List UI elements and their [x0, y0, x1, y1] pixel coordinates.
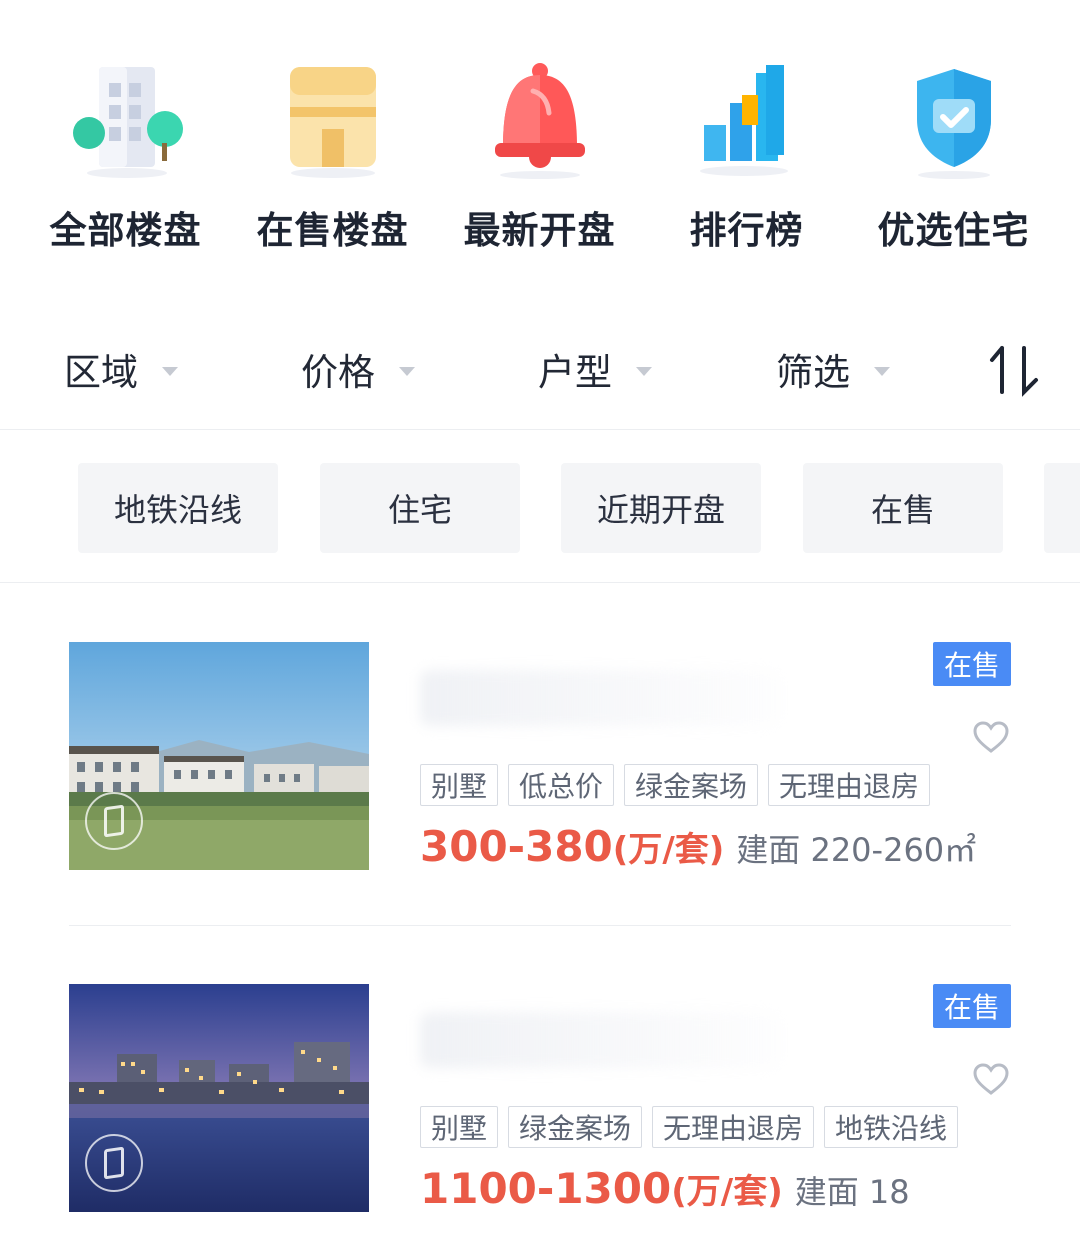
building-icon: [72, 67, 183, 178]
quick-tag-recent-opening[interactable]: 近期开盘: [561, 463, 761, 553]
quick-tag-row: 地铁沿线 住宅 近期开盘 在售: [0, 431, 1080, 583]
box-building-icon: [289, 67, 376, 178]
category-label: 全部楼盘: [49, 209, 202, 252]
caret-down-icon: [636, 366, 652, 376]
category-label: 最新开盘: [463, 209, 616, 252]
category-new-opening[interactable]: 最新开盘: [436, 55, 643, 275]
price-row: 300-380 (万/套) 建面 220-260㎡: [420, 822, 976, 871]
sort-icon[interactable]: [986, 340, 1046, 400]
caret-down-icon: [162, 366, 178, 376]
filter-label: 价格: [301, 351, 375, 394]
heart-icon[interactable]: [972, 1062, 1010, 1098]
listing-photo: [69, 984, 369, 1212]
feature-tag: 地铁沿线: [824, 1106, 959, 1148]
caret-down-icon: [874, 366, 890, 376]
category-label: 优选住宅: [877, 209, 1030, 252]
feature-tag: 别墅: [420, 1106, 499, 1148]
feature-tag: 无理由退房: [652, 1106, 815, 1148]
filter-layout[interactable]: 户型: [538, 344, 652, 394]
floor-area: 建面 18: [794, 1173, 910, 1211]
category-label: 在售楼盘: [256, 209, 409, 252]
filter-label: 户型: [538, 351, 612, 394]
price-unit: (万/套): [612, 830, 725, 870]
listing-card[interactable]: 在售 别墅 低总价 绿金案场 无理由退房 300-380 (万/套) 建面 22…: [0, 642, 1080, 942]
listing-name-redacted: [420, 1012, 780, 1068]
bar-chart-icon: [699, 65, 788, 176]
category-nav: 全部楼盘 在售楼盘 最新开盘 排行榜 优选住宅: [0, 0, 1080, 300]
status-badge: 在售: [933, 984, 1011, 1028]
caret-down-icon: [399, 366, 415, 376]
category-on-sale[interactable]: 在售楼盘: [229, 55, 436, 275]
category-all-buildings[interactable]: 全部楼盘: [22, 55, 229, 275]
quick-tag-residential[interactable]: 住宅: [320, 463, 520, 553]
filter-label: 区域: [64, 351, 138, 394]
filter-bar: 区域 价格 户型 筛选: [0, 318, 1080, 430]
feature-tag: 绿金案场: [624, 764, 759, 806]
listing-photo: [69, 642, 369, 870]
feature-tag: 绿金案场: [508, 1106, 643, 1148]
heart-icon[interactable]: [972, 720, 1010, 756]
shield-check-icon: [916, 69, 991, 179]
quick-tag-metro[interactable]: 地铁沿线: [78, 463, 278, 553]
status-badge: 在售: [933, 642, 1011, 686]
filter-more[interactable]: 筛选: [776, 344, 890, 394]
vr-view-icon[interactable]: [85, 1134, 143, 1192]
category-premium-homes[interactable]: 优选住宅: [850, 55, 1057, 275]
filter-label: 筛选: [776, 351, 850, 394]
filter-price[interactable]: 价格: [301, 344, 415, 394]
price-range: 300-380: [420, 822, 613, 871]
vr-view-icon[interactable]: [85, 792, 143, 850]
price-range: 1100-1300: [420, 1164, 672, 1213]
bell-icon: [494, 63, 585, 179]
feature-tag: 低总价: [508, 764, 615, 806]
feature-tags: 别墅 绿金案场 无理由退房 地铁沿线: [420, 1106, 968, 1148]
listing-card[interactable]: 在售 别墅 绿金案场 无理由退房 地铁沿线 1100-1300 (万/套) 建面…: [0, 984, 1080, 1239]
feature-tags: 别墅 低总价 绿金案场 无理由退房: [420, 764, 940, 806]
listing-name-redacted: [420, 670, 780, 726]
quick-tag-on-sale[interactable]: 在售: [803, 463, 1003, 553]
price-unit: (万/套): [671, 1172, 783, 1212]
price-row: 1100-1300 (万/套) 建面 18: [420, 1164, 910, 1213]
category-label: 排行榜: [689, 209, 804, 252]
listing-divider: [69, 925, 1011, 926]
category-ranking[interactable]: 排行榜: [643, 55, 850, 275]
floor-area: 建面 220-260㎡: [736, 831, 977, 869]
feature-tag: 别墅: [420, 764, 499, 806]
quick-tag-more[interactable]: [1044, 463, 1080, 553]
feature-tag: 无理由退房: [768, 764, 931, 806]
filter-region[interactable]: 区域: [64, 344, 178, 394]
